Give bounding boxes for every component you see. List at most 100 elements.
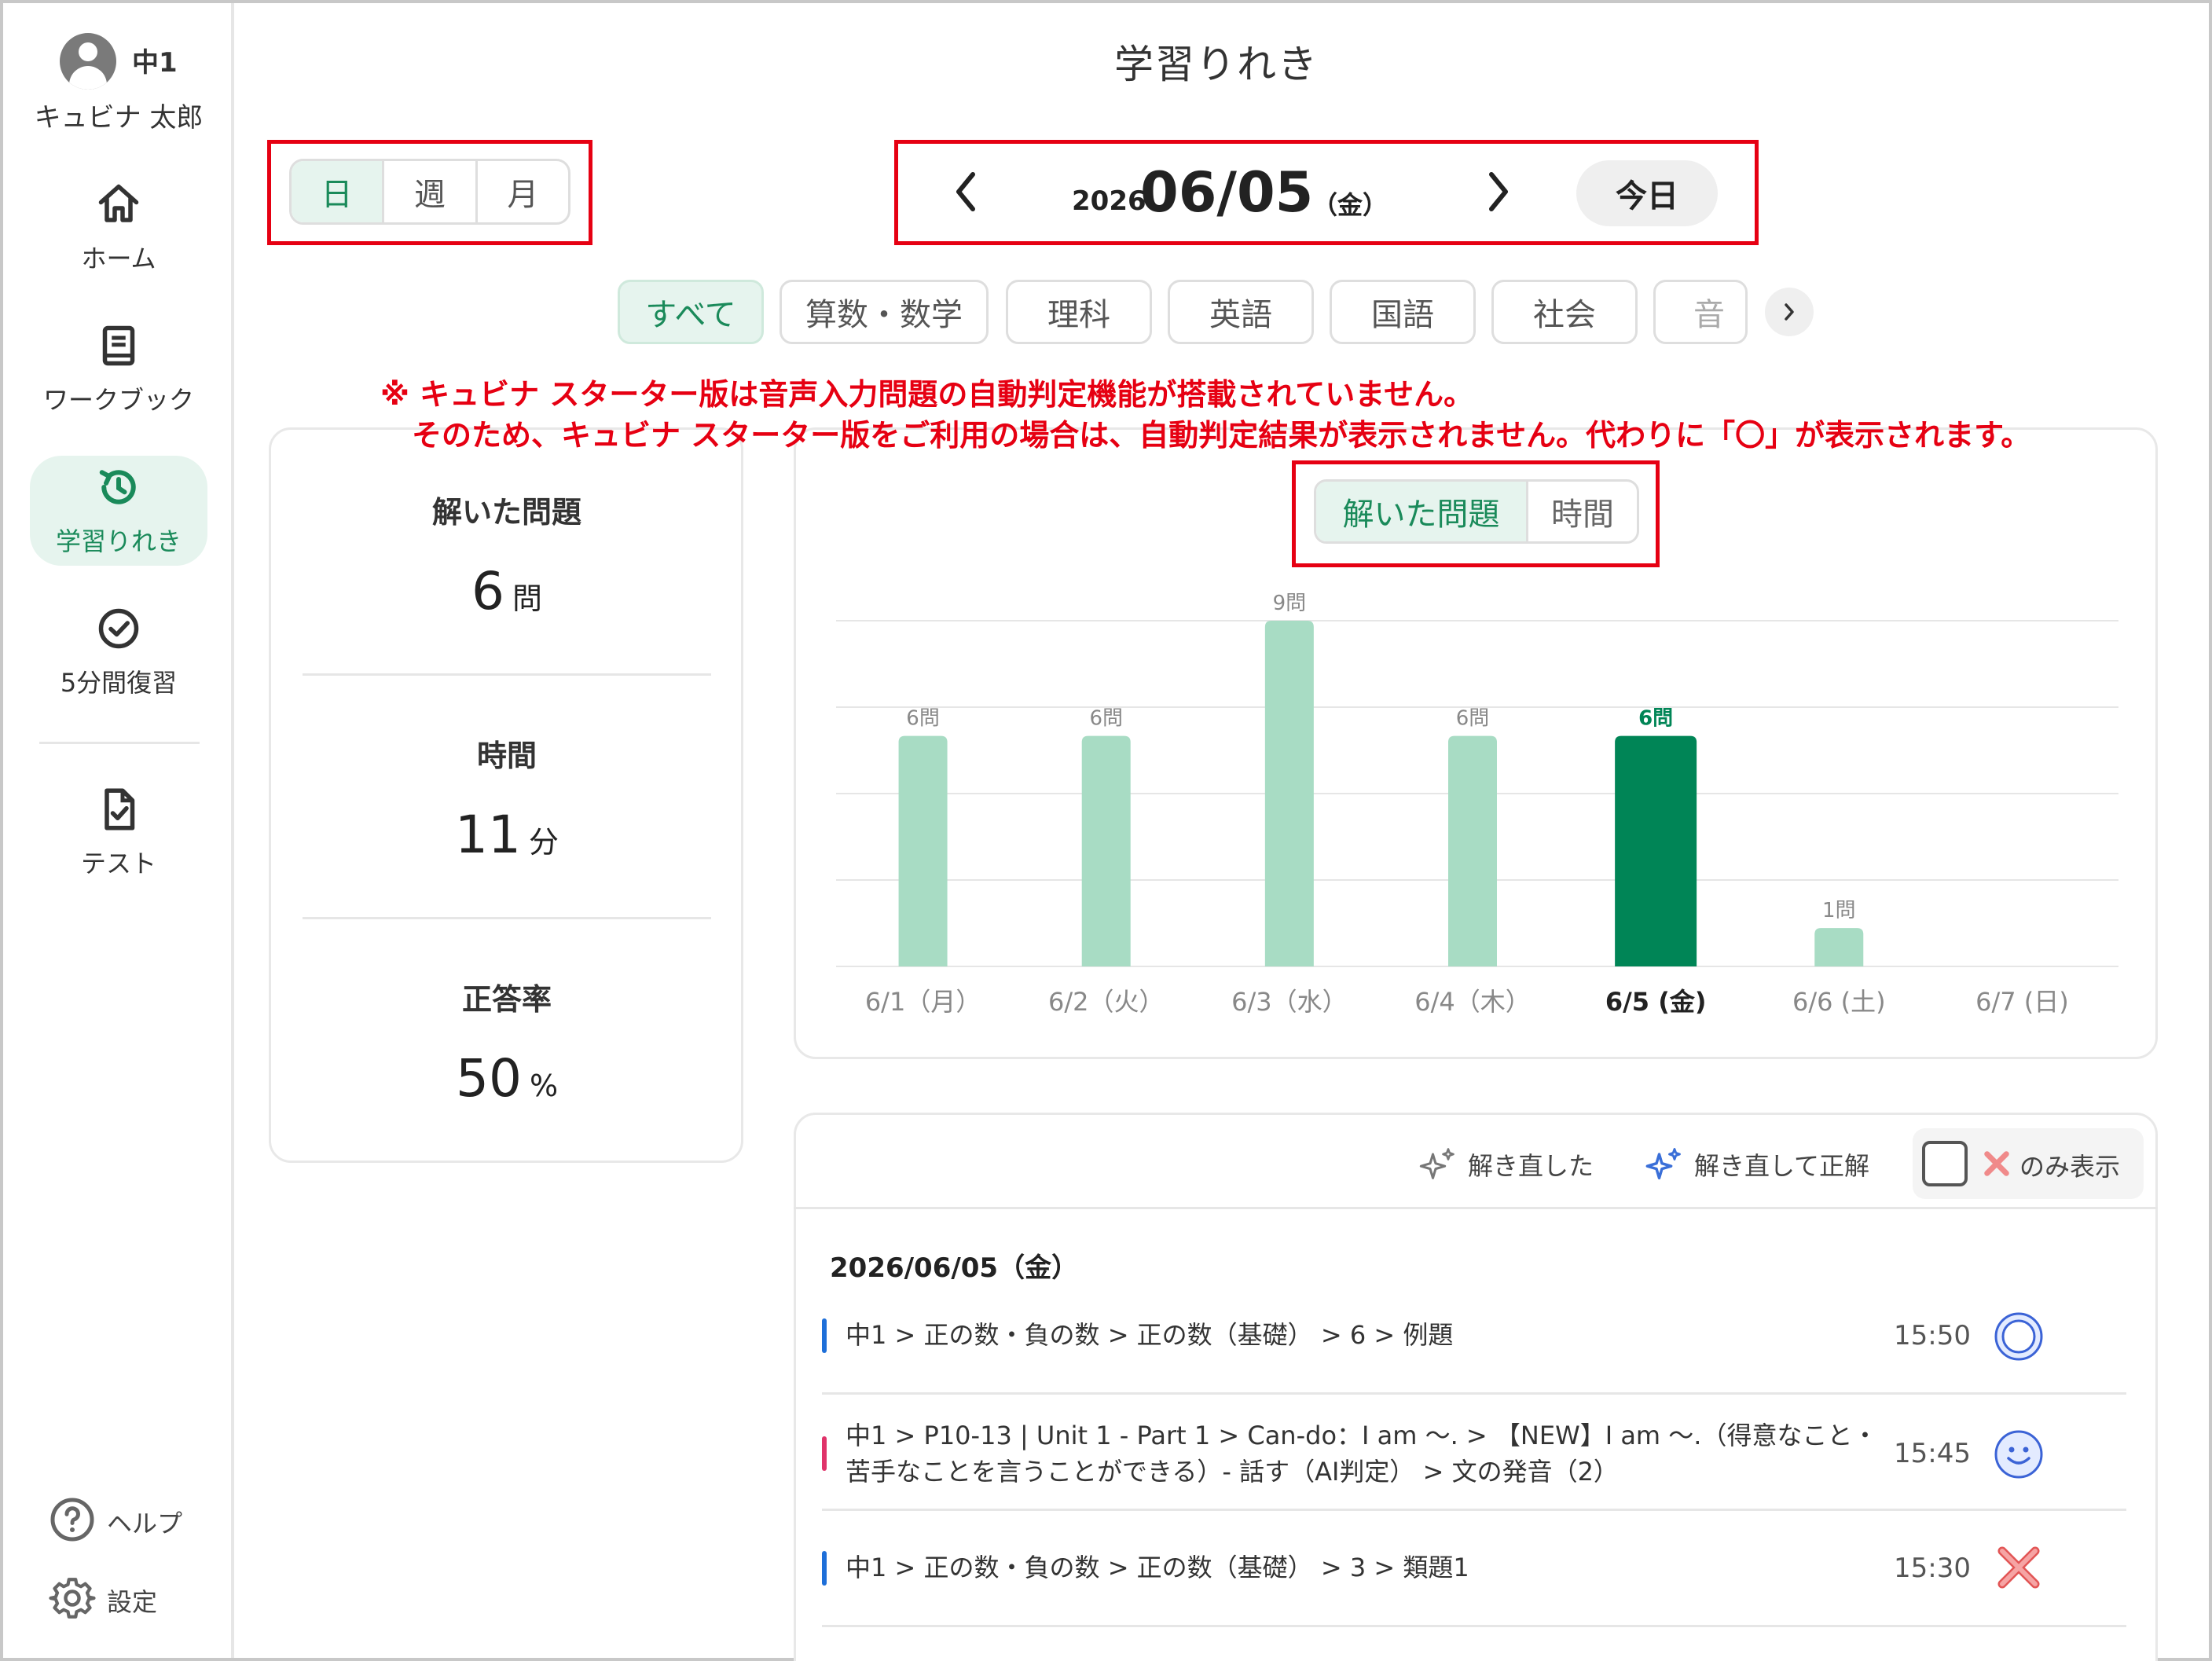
settings-label: 設定 [107, 1587, 158, 1617]
tab-science[interactable]: 理科 [1006, 280, 1152, 344]
sidebar-item-label: ワークブック [42, 385, 194, 415]
stat-divider [303, 673, 711, 676]
chart-x-tick-label: 6/5 (金) [1605, 987, 1707, 1017]
help-label: ヘルプ [107, 1509, 183, 1538]
notice-line-2: そのため、キュビナ スターター版をご利用の場合は、自動判定結果が表示されません。… [412, 418, 2031, 453]
stat-accuracy-label: 正答率 [461, 982, 552, 1017]
tabs-next-button[interactable] [1765, 288, 1814, 336]
chart-x-tick-label: 6/1（月） [865, 987, 981, 1017]
date-weekday: （金） [1312, 190, 1388, 220]
chevron-right-icon [1785, 303, 1794, 321]
period-day-button[interactable]: 日 [292, 161, 385, 222]
user-profile[interactable]: 中1 キュビナ 太郎 [3, 27, 234, 137]
user-name: キュビナ 太郎 [34, 102, 204, 134]
summary-card: 解いた問題 6問 時間 11 分 正答率 50% [269, 427, 743, 1163]
chevron-right-icon[interactable] [1477, 168, 1517, 215]
tab-social[interactable]: 社会 [1491, 280, 1638, 344]
sidebar-item-workbook[interactable]: ワークブック [30, 314, 207, 424]
stat-solved-label: 解いた問題 [431, 495, 581, 530]
chart-bar [1081, 735, 1131, 966]
daily-bar-chart: 6問 6/1（月） 6問 6/2（火） 9問 6/3（水） 6問 6/4（木） 6問 6/5 (金… [836, 592, 2118, 1017]
history-date: 2026/06/05（金） [830, 1252, 1079, 1284]
chart-value-label: 6問 [906, 707, 940, 731]
correct-circle-icon [1994, 1312, 2043, 1361]
stat-time-label: 時間 [476, 739, 537, 773]
history-row-time: 15:30 [1894, 1553, 1971, 1584]
stat-divider [303, 917, 711, 919]
history-filter-bar: 解き直した 解き直して正解 のみ表示 [794, 1113, 2158, 1215]
only-wrong-checkbox[interactable] [1922, 1141, 1968, 1186]
tab-music[interactable]: 音 [1653, 280, 1748, 344]
tab-all[interactable]: すべて [618, 280, 764, 344]
row-separator [822, 1625, 2126, 1627]
history-row-path: 中1 > P10-13 | Unit 1 - Part 1 > Can-do：I… [846, 1421, 1878, 1487]
chart-bar [1814, 928, 1864, 966]
chart-value-label: 6問 [1638, 707, 1673, 731]
filter-retried[interactable]: 解き直した [1418, 1142, 1594, 1186]
page-title: 学習りれき [1114, 42, 1319, 87]
stat-time-unit: 分 [528, 825, 559, 860]
chart-x-tick-label: 6/3（水） [1231, 987, 1348, 1017]
filter-retried-correct[interactable]: 解き直して正解 [1644, 1142, 1869, 1186]
chart-value-label: 6問 [1456, 707, 1490, 731]
metric-time-button[interactable]: 時間 [1528, 482, 1637, 541]
row-separator [822, 1392, 2126, 1395]
period-week-button[interactable]: 週 [384, 161, 478, 222]
sidebar-item-home[interactable]: ホーム [30, 173, 207, 283]
row-separator [822, 1509, 2126, 1511]
list-separator [794, 1207, 2158, 1209]
chart-x-tick-label: 6/6 (土) [1792, 987, 1886, 1017]
gear-icon [49, 1578, 96, 1619]
metric-solved-button[interactable]: 解いた問題 [1316, 482, 1528, 541]
chart-x-tick-label: 6/4（木） [1414, 987, 1531, 1017]
filter-retried-label: 解き直した [1468, 1151, 1594, 1181]
sidebar-item-review[interactable]: 5分間復習 [30, 597, 207, 707]
tab-english[interactable]: 英語 [1168, 280, 1314, 344]
stat-solved-value: 6 [471, 561, 504, 622]
book-icon [102, 325, 135, 366]
sidebar-item-history[interactable]: 学習りれき [30, 456, 207, 566]
subject-color-bar [822, 1551, 827, 1586]
tab-math[interactable]: 算数・数学 [780, 280, 989, 344]
sidebar-item-label: テスト [80, 849, 156, 878]
stat-solved: 解いた問題 6問 [271, 488, 743, 622]
stat-time: 時間 11 分 [271, 732, 743, 865]
history-row[interactable]: 中1 > 正の数・負の数 > 正の数（基礎） > 3 > 類題1 15:30 [822, 1545, 2126, 1592]
help-icon [50, 1498, 94, 1542]
chevron-left-icon[interactable] [948, 168, 987, 215]
chart-x-tick-label: 6/7 (日) [1975, 987, 2069, 1017]
filter-only-wrong[interactable]: のみ表示 [1913, 1128, 2144, 1199]
incorrect-cross-icon [1997, 1546, 2040, 1589]
history-row-time: 15:50 [1894, 1320, 1971, 1351]
history-row[interactable]: 中1 > P10-13 | Unit 1 - Part 1 > Can-do：I… [822, 1414, 2126, 1493]
today-button[interactable]: 今日 [1576, 160, 1718, 226]
avatar-icon [60, 33, 116, 90]
date-month-day: 06/05 [1140, 160, 1314, 225]
starter-notice: ※ キュビナ スターター版は音声入力問題の自動判定機能が搭載されていません。 そ… [380, 374, 2030, 456]
stat-solved-unit: 問 [512, 581, 542, 616]
chart-x-tick-label: 6/2（火） [1048, 987, 1165, 1017]
chart-bar [1264, 621, 1314, 966]
date-year: 2026 [1072, 185, 1146, 217]
filter-retried-correct-label: 解き直して正解 [1694, 1151, 1870, 1181]
chart-value-label: 9問 [1273, 592, 1307, 615]
stat-accuracy: 正答率 50% [271, 975, 743, 1109]
chart-bar [1615, 735, 1697, 966]
tab-japanese[interactable]: 国語 [1330, 280, 1476, 344]
chart-bar [898, 735, 948, 966]
sidebar-item-label: 5分間復習 [60, 668, 178, 698]
cross-icon [1984, 1151, 2009, 1176]
smile-face-icon [1994, 1430, 2043, 1479]
home-icon [98, 184, 139, 222]
period-toggle: 日 週 月 [289, 159, 570, 225]
sparkle-outline-icon [1419, 1148, 1454, 1179]
history-row[interactable]: 中1 > 正の数・負の数 > 正の数（基礎） > 6 > 例題 15:50 [822, 1312, 2126, 1361]
period-month-button[interactable]: 月 [478, 161, 568, 222]
date-navigator: 2026 06/05 （金） 今日 [902, 143, 1754, 240]
sidebar-item-label: 学習りれき [55, 526, 182, 556]
sidebar-item-test[interactable]: テスト [30, 778, 207, 888]
history-icon [99, 470, 136, 504]
chart-value-label: 1問 [1822, 899, 1856, 922]
history-row-time: 15:45 [1894, 1438, 1971, 1469]
subject-color-bar [822, 1318, 827, 1353]
